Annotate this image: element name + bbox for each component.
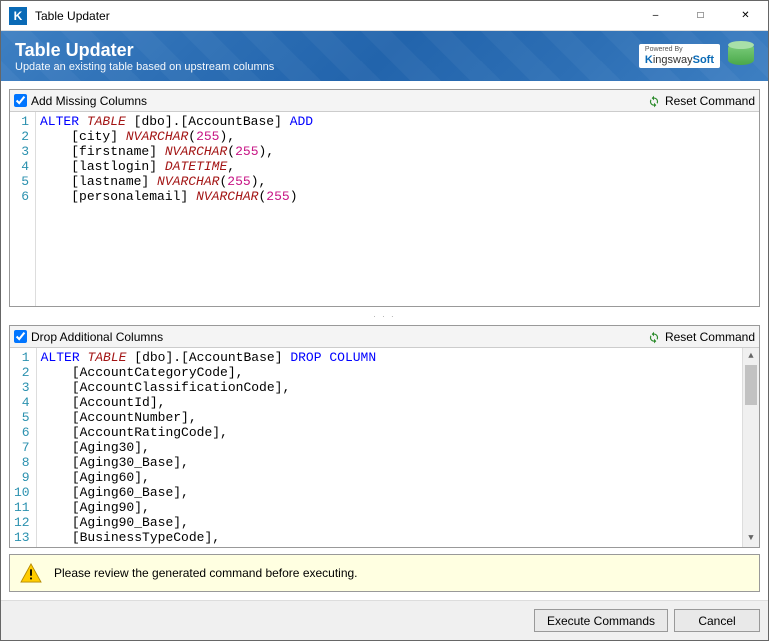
warning-banner: Please review the generated command befo…	[9, 554, 760, 592]
window-title: Table Updater	[35, 9, 633, 23]
titlebar: K Table Updater – □ ✕	[1, 1, 768, 31]
minimize-button[interactable]: –	[633, 1, 678, 30]
header-banner: Table Updater Update an existing table b…	[1, 31, 768, 81]
scroll-up-icon[interactable]: ▲	[743, 348, 759, 365]
add-missing-columns-checkbox[interactable]: Add Missing Columns	[14, 94, 647, 108]
kingswaysoft-logo: Powered By KingswaySoft	[639, 44, 720, 68]
app-icon: K	[9, 7, 27, 25]
database-icon	[728, 41, 754, 71]
scroll-down-icon[interactable]: ▼	[743, 530, 759, 547]
reset-command-add-button[interactable]: Reset Command	[647, 94, 755, 108]
close-button[interactable]: ✕	[723, 1, 768, 30]
scroll-thumb[interactable]	[745, 365, 757, 405]
drop-additional-columns-panel: Drop Additional Columns Reset Command 1 …	[9, 325, 760, 548]
splitter-handle[interactable]: · · ·	[9, 313, 760, 319]
header-title: Table Updater	[15, 40, 274, 61]
add-sql-editor[interactable]: 1 2 3 4 5 6 ALTER TABLE [dbo].[AccountBa…	[10, 112, 759, 306]
cancel-button[interactable]: Cancel	[674, 609, 760, 632]
drop-additional-columns-checkbox[interactable]: Drop Additional Columns	[14, 330, 647, 344]
warning-text: Please review the generated command befo…	[54, 566, 358, 580]
execute-button[interactable]: Execute Commands	[534, 609, 668, 632]
header-subtitle: Update an existing table based on upstre…	[15, 61, 274, 73]
drop-sql-editor[interactable]: 1 2 3 4 5 6 7 8 9 10 11 12 13 ALTER TABL…	[10, 348, 759, 547]
reset-command-drop-button[interactable]: Reset Command	[647, 330, 755, 344]
vertical-scrollbar[interactable]: ▲ ▼	[742, 348, 759, 547]
add-missing-columns-panel: Add Missing Columns Reset Command 1 2 3 …	[9, 89, 760, 307]
refresh-icon	[647, 330, 661, 344]
warning-icon	[20, 563, 42, 583]
dialog-footer: Execute Commands Cancel	[1, 600, 768, 640]
refresh-icon	[647, 94, 661, 108]
maximize-button[interactable]: □	[678, 1, 723, 30]
